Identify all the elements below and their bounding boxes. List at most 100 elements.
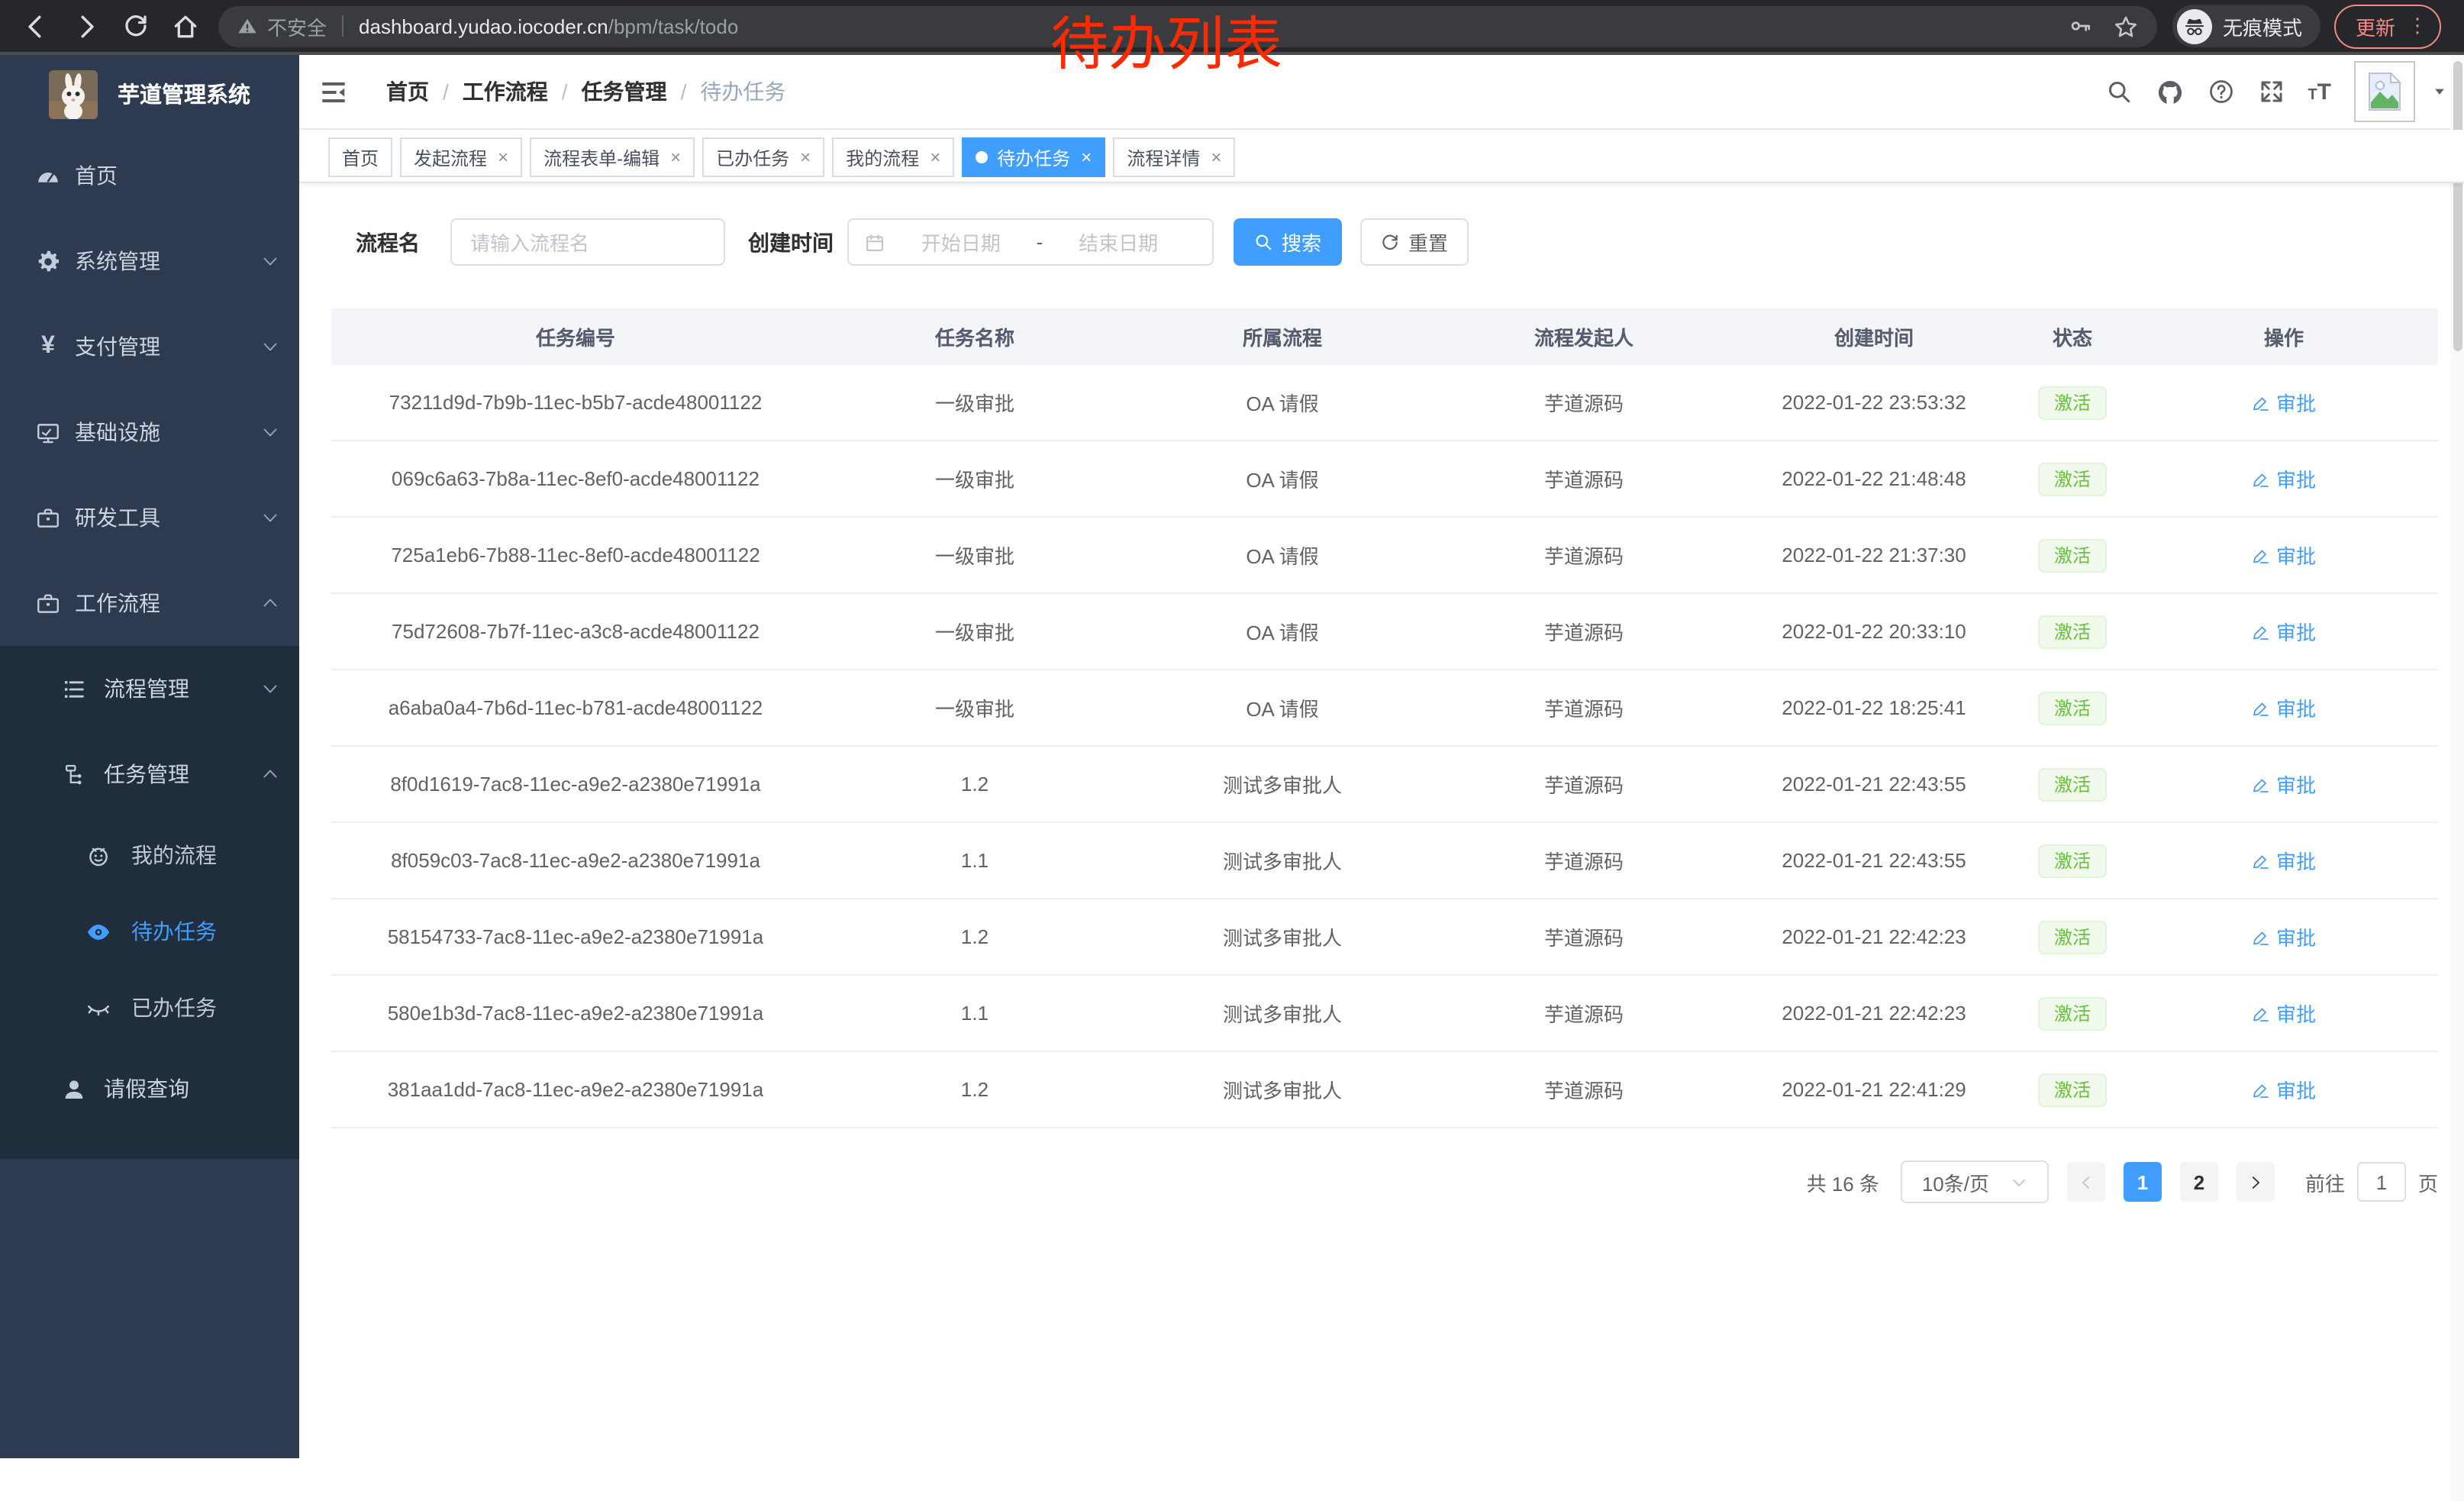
page-size-select[interactable]: 10条/页 <box>1901 1160 2049 1203</box>
tab-bar: 首页发起流程×流程表单-编辑×已办任务×我的流程×待办任务×流程详情× <box>299 130 2464 183</box>
pen-icon <box>2252 775 2270 793</box>
tab-close-icon[interactable]: × <box>670 147 681 168</box>
page-button-1[interactable]: 1 <box>2124 1162 2162 1202</box>
chevron-down-icon <box>261 508 279 527</box>
approve-link[interactable]: 审批 <box>2252 693 2316 722</box>
approve-link[interactable]: 审批 <box>2252 1075 2316 1104</box>
incognito-icon <box>2177 8 2212 44</box>
task-name-cell: 1.2 <box>820 899 1130 975</box>
tab-我的流程[interactable]: 我的流程× <box>832 137 954 177</box>
robot-icon <box>85 842 111 868</box>
approve-link[interactable]: 审批 <box>2252 388 2316 417</box>
approve-link[interactable]: 审批 <box>2252 999 2316 1028</box>
status-badge: 激活 <box>2039 767 2106 801</box>
status-cell: 激活 <box>2015 899 2130 975</box>
approve-link[interactable]: 审批 <box>2252 846 2316 875</box>
help-icon[interactable] <box>2207 78 2234 105</box>
sidebar: 芋道管理系统 首页系统管理¥支付管理基础设施研发工具工作流程流程管理任务管理我的… <box>0 55 299 1458</box>
update-label[interactable]: 更新 <box>2356 11 2395 40</box>
browser-menu-icon[interactable]: ⋮ <box>2408 14 2427 38</box>
tab-close-icon[interactable]: × <box>800 147 811 168</box>
create-time-cell: 2022-01-22 18:25:41 <box>1733 670 2015 746</box>
tab-close-icon[interactable]: × <box>1081 147 1092 168</box>
avatar[interactable] <box>2354 61 2415 122</box>
action-cell: 审批 <box>2130 593 2438 670</box>
prev-page-button[interactable] <box>2067 1162 2105 1202</box>
fullscreen-icon[interactable] <box>2257 78 2285 105</box>
sidebar-item-流程管理[interactable]: 流程管理 <box>0 646 299 731</box>
initiator-cell: 芋道源码 <box>1435 670 1733 746</box>
not-secure-icon <box>237 15 258 37</box>
approve-link[interactable]: 审批 <box>2252 922 2316 951</box>
sidebar-item-任务管理[interactable]: 任务管理 <box>0 731 299 817</box>
tab-已办任务[interactable]: 已办任务× <box>702 137 824 177</box>
sidebar-item-待办任务[interactable]: 待办任务 <box>0 893 299 970</box>
tab-close-icon[interactable]: × <box>930 147 940 168</box>
scrollbar-thumb[interactable] <box>2453 61 2462 351</box>
sidebar-item-工作流程[interactable]: 工作流程 <box>0 560 299 646</box>
sidebar-item-首页[interactable]: 首页 <box>0 133 299 218</box>
task-name-cell: 1.1 <box>820 822 1130 899</box>
sidebar-item-支付管理[interactable]: ¥支付管理 <box>0 304 299 389</box>
password-key-icon[interactable] <box>2069 14 2093 38</box>
table-row: a6aba0a4-7b6d-11ec-b781-acde48001122一级审批… <box>331 670 2438 746</box>
sidebar-item-我的流程[interactable]: 我的流程 <box>0 817 299 893</box>
action-cell: 审批 <box>2130 1051 2438 1128</box>
github-icon[interactable] <box>2155 77 2184 106</box>
process-name-input[interactable]: 请输入流程名 <box>450 218 725 266</box>
tab-label: 发起流程 <box>414 144 487 170</box>
tab-流程表单-编辑[interactable]: 流程表单-编辑× <box>530 137 695 177</box>
column-header-任务编号: 任务编号 <box>331 308 820 365</box>
breadcrumb-item-首页[interactable]: 首页 <box>386 76 429 107</box>
bookmark-star-icon[interactable] <box>2113 13 2139 39</box>
next-page-button[interactable] <box>2237 1162 2275 1202</box>
tab-label: 流程详情 <box>1127 144 1200 170</box>
sidebar-item-基础设施[interactable]: 基础设施 <box>0 389 299 475</box>
task-id-cell: 8f059c03-7ac8-11ec-a9e2-a2380e71991a <box>331 822 820 899</box>
sidebar-item-研发工具[interactable]: 研发工具 <box>0 475 299 560</box>
action-cell: 审批 <box>2130 746 2438 822</box>
goto-label: 前往 <box>2305 1167 2345 1196</box>
sidebar-item-系统管理[interactable]: 系统管理 <box>0 218 299 304</box>
avatar-caret-icon[interactable] <box>2432 84 2447 99</box>
end-date-placeholder[interactable]: 结束日期 <box>1079 228 1158 257</box>
browser-forward-icon[interactable] <box>72 11 101 40</box>
approve-link[interactable]: 审批 <box>2252 541 2316 570</box>
start-date-placeholder[interactable]: 开始日期 <box>921 228 1001 257</box>
tab-待办任务[interactable]: 待办任务× <box>962 137 1105 177</box>
initiator-cell: 芋道源码 <box>1435 975 1733 1051</box>
approve-link[interactable]: 审批 <box>2252 464 2316 493</box>
browser-home-icon[interactable] <box>171 11 200 40</box>
logo-row[interactable]: 芋道管理系统 <box>0 55 299 133</box>
approve-link-label: 审批 <box>2276 1075 2316 1104</box>
navbar-tools: TT <box>2104 61 2447 122</box>
sidebar-item-已办任务[interactable]: 已办任务 <box>0 970 299 1046</box>
sidebar-collapse-icon[interactable] <box>319 77 348 106</box>
breadcrumb-item-工作流程[interactable]: 工作流程 <box>463 76 548 107</box>
tab-close-icon[interactable]: × <box>1211 147 1221 168</box>
brief-icon <box>35 590 61 616</box>
search-icon[interactable] <box>2104 78 2132 105</box>
date-range-input[interactable]: 开始日期 - 结束日期 <box>847 218 1214 266</box>
pen-icon <box>2252 1004 2270 1022</box>
tab-close-icon[interactable]: × <box>498 147 508 168</box>
breadcrumb-item-任务管理[interactable]: 任务管理 <box>582 76 667 107</box>
table-row: 75d72608-7b7f-11ec-a3c8-acde48001122一级审批… <box>331 593 2438 670</box>
approve-link[interactable]: 审批 <box>2252 617 2316 646</box>
search-button[interactable]: 搜索 <box>1234 218 1342 266</box>
browser-reload-icon[interactable] <box>122 12 150 40</box>
goto-page-input[interactable]: 1 <box>2357 1162 2406 1202</box>
security-label[interactable]: 不安全 <box>267 11 327 40</box>
page-scrollbar[interactable] <box>2450 55 2464 1501</box>
sidebar-item-请假查询[interactable]: 请假查询 <box>0 1046 299 1131</box>
sidebar-item-label: 基础设施 <box>75 417 160 447</box>
tab-首页[interactable]: 首页 <box>328 137 392 177</box>
approve-link[interactable]: 审批 <box>2252 770 2316 799</box>
tab-发起流程[interactable]: 发起流程 × <box>400 137 522 177</box>
page-button-2[interactable]: 2 <box>2180 1162 2218 1202</box>
update-button[interactable]: 更新 ⋮ <box>2334 4 2441 48</box>
tab-流程详情[interactable]: 流程详情 × <box>1113 137 1235 177</box>
font-size-icon[interactable]: TT <box>2308 80 2331 103</box>
browser-back-icon[interactable] <box>21 11 50 40</box>
reset-button[interactable]: 重置 <box>1360 218 1469 266</box>
